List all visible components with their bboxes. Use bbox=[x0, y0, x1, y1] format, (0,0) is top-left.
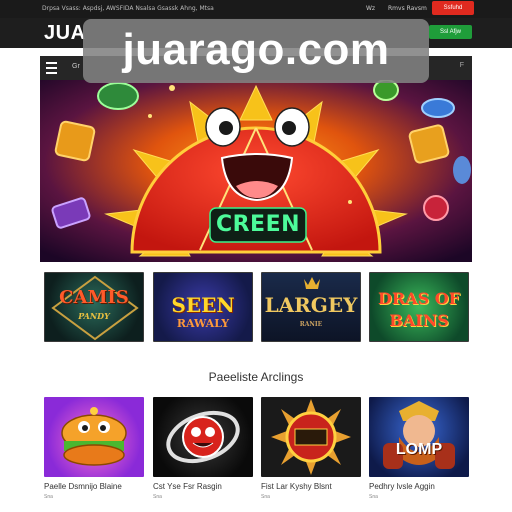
card-caption[interactable]: Pedhry lvsle Aggin bbox=[369, 482, 435, 491]
card-caption[interactable]: Paelle Dsmnijo Blaine bbox=[44, 482, 122, 491]
roulette-character-art bbox=[166, 410, 240, 464]
login-button[interactable]: Ssl Afjw bbox=[429, 25, 472, 39]
nav-item[interactable]: Gr bbox=[72, 63, 80, 70]
game-title: CAMIS bbox=[59, 287, 129, 308]
hamburger-menu-icon[interactable] bbox=[46, 62, 58, 74]
game-title: LARGEY bbox=[264, 293, 358, 317]
card-subtext: Sna bbox=[153, 494, 162, 500]
card-caption[interactable]: Fist Lar Kyshy Blsnt bbox=[261, 482, 332, 491]
top-link-short[interactable]: Wz bbox=[366, 5, 375, 12]
game-subtitle: BAINS bbox=[389, 311, 449, 330]
top-notice: Drpsa Vsass: Aspdsj, AWSFIDA Nsalsa Gsas… bbox=[42, 5, 214, 12]
card-subtext: Sna bbox=[44, 494, 53, 500]
game-thumbnail[interactable]: DRAS OF BAINS bbox=[369, 272, 469, 342]
hero-banner[interactable]: CREEN bbox=[40, 80, 472, 262]
featured-game-card[interactable] bbox=[261, 397, 361, 477]
top-link[interactable]: Rmvs Ravsm bbox=[388, 5, 427, 12]
site-logo[interactable]: JUA bbox=[44, 22, 86, 45]
viking-character-art bbox=[383, 401, 455, 469]
game-subtitle: PANDY bbox=[78, 311, 110, 321]
game-subtitle: RANIE bbox=[299, 321, 323, 328]
card-subtext: Sna bbox=[261, 494, 270, 500]
nav-end-mark[interactable]: F bbox=[460, 62, 464, 69]
top-bar: Drpsa Vsass: Aspdsj, AWSFIDA Nsalsa Gsas… bbox=[0, 0, 512, 18]
game-thumbnail[interactable]: SEEN RAWALY bbox=[153, 272, 253, 342]
game-subtitle: RAWALY bbox=[176, 317, 230, 330]
card-caption[interactable]: Cst Yse Fsr Rasgin bbox=[153, 482, 222, 491]
watermark: juarago.com bbox=[83, 19, 429, 83]
game-thumbnail[interactable]: LARGEY RANIE bbox=[261, 272, 361, 342]
burger-character-art bbox=[61, 407, 127, 466]
signup-button[interactable]: Ssfuhd bbox=[432, 1, 474, 15]
section-title: Paeeliste Arclings bbox=[208, 370, 304, 384]
featured-game-card[interactable]: LOMP bbox=[369, 397, 469, 477]
game-title: DRAS OF bbox=[377, 289, 460, 308]
card-art-text: LOMP bbox=[395, 441, 443, 458]
game-title: SEEN bbox=[171, 293, 235, 317]
sun-emblem-art bbox=[271, 399, 351, 475]
game-thumbnail[interactable]: CAMIS PANDY bbox=[44, 272, 144, 342]
featured-game-card[interactable] bbox=[153, 397, 253, 477]
featured-game-card[interactable] bbox=[44, 397, 144, 477]
hero-badge-text: CREEN bbox=[215, 212, 301, 237]
card-subtext: Sna bbox=[369, 494, 378, 500]
